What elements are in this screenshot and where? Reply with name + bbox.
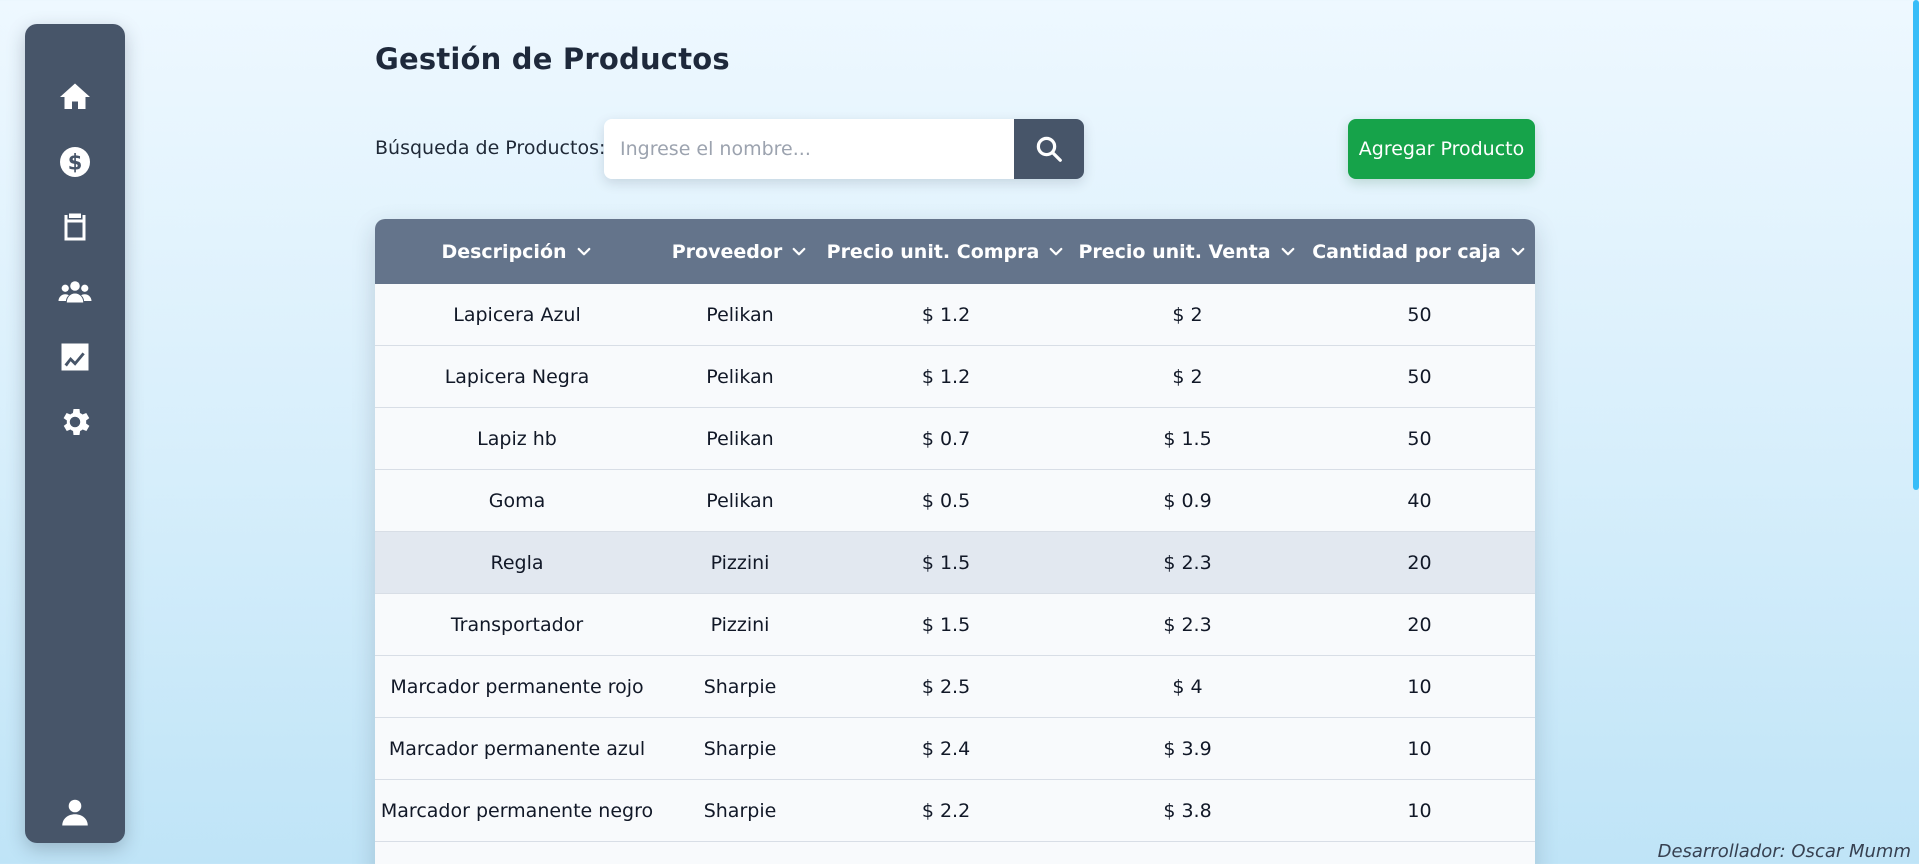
search-input[interactable] — [604, 119, 1014, 179]
column-header-label: Cantidad por caja — [1312, 240, 1501, 263]
chart-icon — [61, 343, 89, 371]
dollar-icon: $ — [60, 147, 90, 177]
table-cell: 50 — [1407, 365, 1432, 388]
column-header[interactable]: Precio unit. Venta — [1071, 219, 1304, 284]
sidebar: $ — [25, 24, 125, 843]
nav-profile-button[interactable] — [25, 787, 125, 837]
chevron-down-icon — [577, 247, 590, 255]
table-cell: 10 — [1407, 737, 1432, 760]
table-body: Lapicera Azul Pelikan $ 1.2 $ 2 50 Lapicera N… — [375, 284, 1535, 842]
table-cell: Goma — [488, 489, 546, 512]
page-title: Gestión de Productos — [375, 42, 730, 76]
column-header[interactable]: Descripción — [375, 219, 659, 284]
table-row[interactable]: Marcador permanente negro Sharpie $ 2.2 $ 3… — [375, 780, 1535, 842]
user-icon — [62, 799, 88, 826]
table-cell: $ 2.3 — [1163, 551, 1212, 574]
column-header-label: Precio unit. Venta — [1078, 240, 1271, 263]
table-cell: Lapicera Azul — [453, 303, 581, 326]
table-cell: 40 — [1407, 489, 1432, 512]
table-cell: $ 2 — [1172, 365, 1203, 388]
chevron-down-icon — [792, 247, 806, 255]
chevron-down-icon — [1281, 247, 1294, 255]
table-row[interactable]: Lapicera Azul Pelikan $ 1.2 $ 2 50 — [375, 284, 1535, 346]
table-cell: Marcador permanente rojo — [390, 675, 644, 698]
table-cell: $ 1.2 — [921, 365, 971, 388]
table-cell: 50 — [1407, 303, 1432, 326]
table-cell: $ 2 — [1172, 303, 1203, 326]
table-cell: Pizzini — [710, 613, 770, 636]
table-cell: Pelikan — [706, 427, 774, 450]
home-icon — [60, 83, 90, 109]
table-cell: Sharpie — [703, 675, 777, 698]
chevron-down-icon — [1049, 247, 1063, 255]
nav-home-button[interactable] — [25, 72, 125, 122]
table-cell: Regla — [490, 551, 544, 574]
products-table: Descripción Proveedor Precio unit. Compra P… — [375, 219, 1535, 864]
column-header[interactable]: Proveedor — [659, 219, 821, 284]
table-cell: Pizzini — [710, 551, 770, 574]
table-cell: Lapiz hb — [477, 427, 557, 450]
chevron-down-icon — [1511, 247, 1525, 255]
table-cell: $ 1.2 — [921, 303, 971, 326]
gear-icon — [63, 408, 90, 436]
table-cell: $ 0.7 — [921, 427, 971, 450]
developer-credit: Desarrollador: Oscar Mumm — [1657, 841, 1911, 862]
table-row[interactable]: Regla Pizzini $ 1.5 $ 2.3 20 — [375, 532, 1535, 594]
table-cell: Sharpie — [703, 799, 777, 822]
table-cell: $ 3.9 — [1163, 737, 1212, 760]
svg-text:$: $ — [68, 151, 83, 175]
table-cell: Pelikan — [706, 365, 774, 388]
nav-reports-button[interactable] — [25, 332, 125, 382]
column-header-label: Descripción — [441, 240, 567, 263]
table-cell: Sharpie — [703, 737, 777, 760]
table-cell: Pelikan — [706, 489, 774, 512]
table-cell: $ 0.5 — [921, 489, 971, 512]
scrollbar[interactable] — [1913, 0, 1919, 490]
table-cell: $ 0.9 — [1163, 489, 1212, 512]
nav-sales-button[interactable]: $ — [25, 137, 125, 187]
nav-products-button[interactable] — [25, 202, 125, 252]
table-row[interactable]: Transportador Pizzini $ 1.5 $ 2.3 20 — [375, 594, 1535, 656]
table-cell: $ 1.5 — [1163, 427, 1212, 450]
table-cell: $ 2.4 — [921, 737, 971, 760]
column-header-label: Proveedor — [671, 240, 783, 263]
table-cell: $ 3.8 — [1163, 799, 1212, 822]
table-cell: 10 — [1407, 675, 1432, 698]
table-cell: Marcador permanente azul — [388, 737, 646, 760]
table-cell: 20 — [1407, 551, 1432, 574]
table-row[interactable]: Lapiz hb Pelikan $ 0.7 $ 1.5 50 — [375, 408, 1535, 470]
table-cell: Pelikan — [706, 303, 774, 326]
table-header: Descripción Proveedor Precio unit. Compra P… — [375, 219, 1535, 284]
table-row[interactable]: Lapicera Negra Pelikan $ 1.2 $ 2 50 — [375, 346, 1535, 408]
table-row[interactable]: Marcador permanente rojo Sharpie $ 2.5 $ 4 1… — [375, 656, 1535, 718]
clipboard-icon — [64, 213, 86, 241]
nav-settings-button[interactable] — [25, 397, 125, 447]
table-cell: Marcador permanente negro — [380, 799, 654, 822]
column-header[interactable]: Cantidad por caja — [1304, 219, 1535, 284]
table-row[interactable]: Goma Pelikan $ 0.5 $ 0.9 40 — [375, 470, 1535, 532]
search-icon — [1036, 136, 1062, 162]
table-cell: 50 — [1407, 427, 1432, 450]
nav-clients-button[interactable] — [25, 267, 125, 317]
search-bar — [604, 119, 1084, 179]
column-header[interactable]: Precio unit. Compra — [821, 219, 1071, 284]
table-row[interactable]: Marcador permanente azul Sharpie $ 2.4 $ 3.… — [375, 718, 1535, 780]
column-header-label: Precio unit. Compra — [826, 240, 1040, 263]
table-cell: 20 — [1407, 613, 1432, 636]
table-cell: $ 2.5 — [921, 675, 971, 698]
search-button[interactable] — [1014, 119, 1084, 179]
add-product-button[interactable]: Agregar Producto — [1348, 119, 1535, 179]
search-label: Búsqueda de Productos: — [375, 137, 606, 159]
users-icon — [58, 281, 92, 303]
table-cell: Lapicera Negra — [444, 365, 590, 388]
table-cell: $ 1.5 — [921, 613, 971, 636]
table-cell: $ 1.5 — [921, 551, 971, 574]
table-cell: $ 4 — [1172, 675, 1203, 698]
table-cell: Transportador — [450, 613, 584, 636]
table-cell: $ 2.2 — [921, 799, 971, 822]
table-cell: $ 2.3 — [1163, 613, 1212, 636]
table-cell: 10 — [1407, 799, 1432, 822]
